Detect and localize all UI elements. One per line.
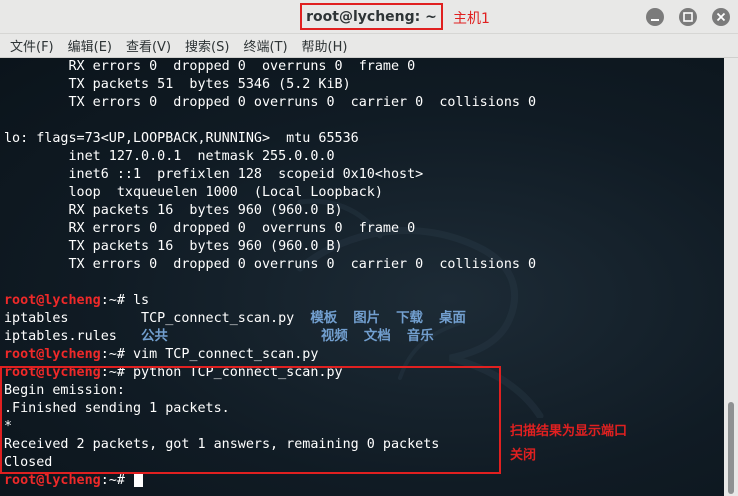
menu-file[interactable]: 文件(F)	[10, 36, 54, 55]
terminal-line: TX errors 0 dropped 0 overruns 0 carrier…	[4, 95, 537, 110]
prompt-line: root@lycheng:~# vim TCP_connect_scan.py	[4, 346, 318, 364]
ls-files: iptables TCP_connect_scan.py	[4, 311, 311, 326]
terminal-line: inet6 ::1 prefixlen 128 scopeid 0x10<hos…	[4, 167, 424, 182]
terminal-line: RX errors 0 dropped 0 overruns 0 frame 0	[4, 59, 416, 74]
maximize-button[interactable]	[679, 8, 697, 26]
terminal-line: lo: flags=73<UP,LOOPBACK,RUNNING> mtu 65…	[4, 131, 359, 146]
terminal-scrollbar[interactable]	[724, 58, 738, 496]
result-annotation-line2: 关闭	[510, 448, 537, 463]
ls-directories: 模板 图片 下载 桌面	[310, 311, 466, 326]
command-text: ls	[133, 293, 150, 308]
terminal-line: TX errors 0 dropped 0 overruns 0 carrier…	[4, 257, 537, 272]
shell-prompt: root@lycheng	[4, 473, 101, 488]
window-title-highlight: root@lycheng: ~	[300, 3, 443, 30]
result-annotation-line1: 扫描结果为显示端口	[510, 424, 628, 439]
scrollbar-thumb[interactable]	[728, 402, 734, 494]
ls-directories: 公共 视频 文档 音乐	[141, 329, 434, 344]
maximize-icon	[683, 12, 693, 22]
terminal-line: inet 127.0.0.1 netmask 255.0.0.0	[4, 149, 335, 164]
ls-files: iptables.rules	[4, 329, 142, 344]
ls-output-line: iptables TCP_connect_scan.py 模板 图片 下载 桌面	[4, 310, 466, 328]
shell-prompt: root@lycheng	[4, 347, 101, 362]
minimize-icon	[651, 19, 659, 21]
menu-edit[interactable]: 编辑(E)	[68, 36, 112, 55]
menu-terminal[interactable]: 终端(T)	[243, 36, 287, 55]
prompt-line: root@lycheng:~#	[4, 472, 143, 490]
command-text: vim TCP_connect_scan.py	[133, 347, 319, 362]
shell-prompt: root@lycheng	[4, 293, 101, 308]
menu-help[interactable]: 帮助(H)	[302, 36, 348, 55]
prompt-suffix: :~#	[100, 473, 133, 488]
close-icon	[716, 12, 726, 22]
prompt-line: root@lycheng:~# ls	[4, 292, 149, 310]
text-cursor	[134, 472, 143, 487]
prompt-suffix: :~#	[100, 347, 133, 362]
terminal-line: TX packets 51 bytes 5346 (5.2 KiB)	[4, 77, 351, 92]
prompt-suffix: :~#	[100, 293, 133, 308]
result-highlight-box	[0, 366, 501, 474]
title-bar[interactable]: root@lycheng: ~ 主机1	[0, 0, 738, 34]
terminal-line: TX packets 16 bytes 960 (960.0 B)	[4, 239, 343, 254]
title-annotation: 主机1	[453, 11, 490, 27]
minimize-button[interactable]	[646, 8, 664, 26]
menu-search[interactable]: 搜索(S)	[185, 36, 229, 55]
window-title: root@lycheng: ~	[306, 8, 437, 25]
menu-bar: 文件(F) 编辑(E) 查看(V) 搜索(S) 终端(T) 帮助(H)	[0, 34, 738, 58]
close-button[interactable]	[712, 8, 730, 26]
terminal-line: RX packets 16 bytes 960 (960.0 B)	[4, 203, 343, 218]
terminal-line: loop txqueuelen 1000 (Local Loopback)	[4, 185, 383, 200]
terminal-line: RX errors 0 dropped 0 overruns 0 frame 0	[4, 221, 416, 236]
menu-view[interactable]: 查看(V)	[126, 36, 171, 55]
ls-output-line: iptables.rules 公共 视频 文档 音乐	[4, 328, 434, 346]
